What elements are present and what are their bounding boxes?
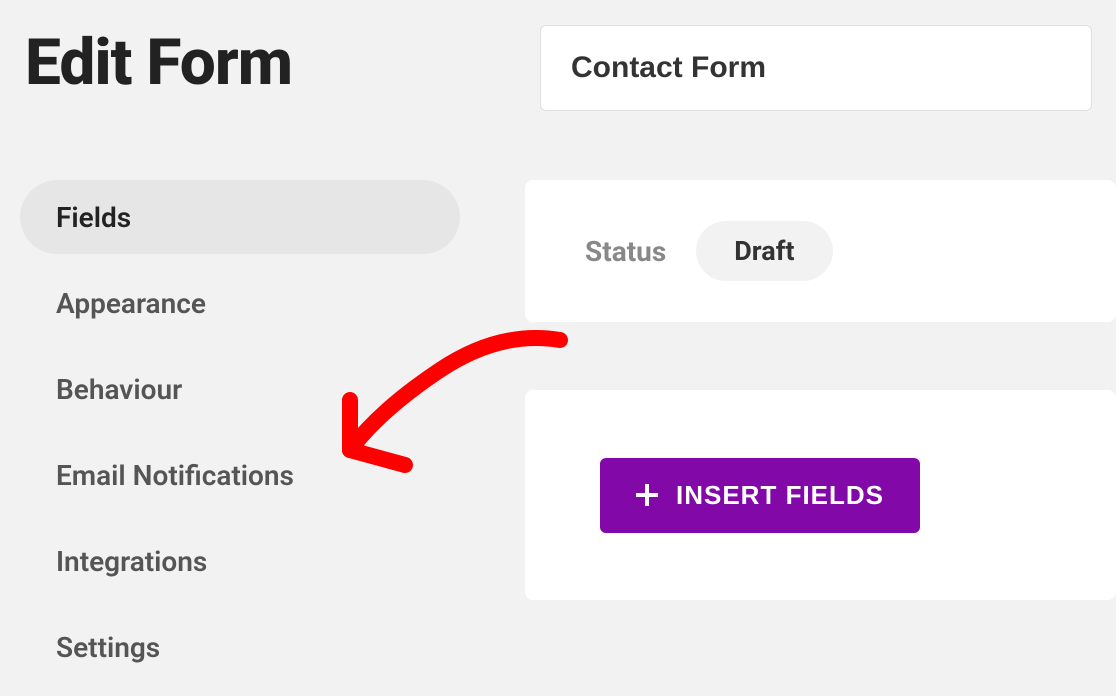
- form-name-input[interactable]: [540, 25, 1092, 111]
- status-badge[interactable]: Draft: [696, 221, 832, 281]
- status-label: Status: [585, 235, 666, 268]
- fields-panel: INSERT FIELDS: [525, 390, 1116, 600]
- status-card: Status Draft: [525, 180, 1116, 322]
- insert-fields-button[interactable]: INSERT FIELDS: [600, 458, 920, 533]
- sidebar-item-label: Integrations: [56, 545, 207, 578]
- sidebar-item-label: Appearance: [56, 287, 206, 320]
- sidebar-item-email-notifications[interactable]: Email Notifications: [20, 438, 460, 512]
- sidebar-item-settings[interactable]: Settings: [20, 610, 460, 684]
- sidebar-item-label: Behaviour: [56, 373, 182, 406]
- page-title: Edit Form: [25, 25, 292, 100]
- sidebar-item-integrations[interactable]: Integrations: [20, 524, 460, 598]
- sidebar-item-label: Email Notifications: [56, 459, 294, 492]
- sidebar-item-behaviour[interactable]: Behaviour: [20, 352, 460, 426]
- sidebar-item-label: Fields: [56, 201, 131, 234]
- sidebar-item-fields[interactable]: Fields: [20, 180, 460, 254]
- sidebar-item-label: Settings: [56, 631, 160, 664]
- sidebar: Fields Appearance Behaviour Email Notifi…: [20, 180, 460, 696]
- sidebar-item-appearance[interactable]: Appearance: [20, 266, 460, 340]
- insert-fields-label: INSERT FIELDS: [676, 480, 884, 511]
- plus-icon: [636, 484, 658, 506]
